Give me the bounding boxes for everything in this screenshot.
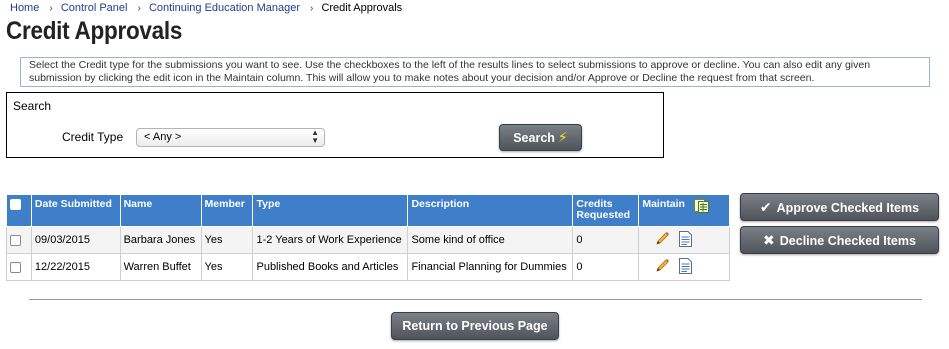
return-label: Return to Previous Page xyxy=(402,319,548,333)
cell-maintain xyxy=(638,253,730,281)
header-name[interactable]: Name xyxy=(119,194,202,227)
header-description[interactable]: Description xyxy=(407,194,574,227)
cell-type: 1-2 Years of Work Experience xyxy=(252,226,409,254)
breadcrumb-home-link[interactable]: Home xyxy=(10,2,39,14)
help-text: Select the Credit type for the submissio… xyxy=(20,57,930,87)
divider xyxy=(29,299,922,300)
results-table: Date Submitted Name Member Type Descript… xyxy=(6,194,730,281)
edit-pencil-icon[interactable] xyxy=(654,231,670,250)
cell-description: Financial Planning for Dummies xyxy=(407,253,574,281)
approve-label: Approve Checked Items xyxy=(776,201,920,215)
decline-label: Decline Checked Items xyxy=(779,234,916,248)
cell-maintain xyxy=(638,226,730,254)
breadcrumb-separator: › xyxy=(137,3,141,14)
search-legend: Search xyxy=(13,99,52,113)
cell-type: Published Books and Articles xyxy=(252,253,409,281)
cell-date: 09/03/2015 xyxy=(30,226,121,254)
credit-type-value: < Any > xyxy=(144,131,182,143)
cell-name: Barbara Jones xyxy=(119,226,202,254)
search-panel: Search Credit Type < Any > ▲ ▼ Search ⚡ xyxy=(6,92,664,158)
cell-member: Yes xyxy=(200,253,254,281)
cell-credits: 0 xyxy=(572,226,640,254)
select-arrows-icon: ▲ ▼ xyxy=(311,128,319,145)
page-title: Credit Approvals xyxy=(6,17,183,45)
row-checkbox-cell xyxy=(6,226,32,254)
select-all-cell xyxy=(6,194,32,227)
cell-date: 12/22/2015 xyxy=(30,253,121,281)
cell-member: Yes xyxy=(200,226,254,254)
breadcrumb-control-panel-link[interactable]: Control Panel xyxy=(61,2,128,14)
table-header-row: Date Submitted Name Member Type Descript… xyxy=(6,194,730,227)
row-checkbox[interactable] xyxy=(10,234,21,246)
header-credits-requested[interactable]: Credits Requested xyxy=(572,194,640,227)
header-date-submitted[interactable]: Date Submitted xyxy=(30,194,121,227)
header-type[interactable]: Type xyxy=(252,194,409,227)
return-previous-page-button[interactable]: Return to Previous Page xyxy=(391,312,559,340)
cell-name: Warren Buffet xyxy=(119,253,202,281)
breadcrumb-current: Credit Approvals xyxy=(321,2,403,14)
credit-type-select[interactable]: < Any > ▲ ▼ xyxy=(136,128,325,147)
document-icon[interactable] xyxy=(679,230,693,250)
credit-type-label: Credit Type xyxy=(62,130,124,144)
checkmark-icon: ✔ xyxy=(759,199,772,215)
breadcrumb-ce-manager-link[interactable]: Continuing Education Manager xyxy=(149,2,300,14)
breadcrumb-separator: › xyxy=(310,3,314,14)
header-maintain: Maintain xyxy=(642,198,685,210)
row-checkbox-cell xyxy=(6,253,32,281)
decline-checked-button[interactable]: ✖ Decline Checked Items xyxy=(740,226,939,254)
select-all-checkbox[interactable] xyxy=(10,199,21,210)
header-maintain-cell: Maintain xyxy=(638,194,730,227)
table-row: 09/03/2015 Barbara Jones Yes 1-2 Years o… xyxy=(6,226,730,254)
search-button-label: Search xyxy=(513,131,555,145)
breadcrumb: Home › Control Panel › Continuing Educat… xyxy=(10,1,402,16)
breadcrumb-separator: › xyxy=(49,3,53,14)
row-checkbox[interactable] xyxy=(10,261,21,273)
document-icon[interactable] xyxy=(679,257,693,277)
approve-checked-button[interactable]: ✔ Approve Checked Items xyxy=(740,193,939,221)
x-mark-icon: ✖ xyxy=(763,232,775,248)
lightning-icon: ⚡ xyxy=(557,129,568,145)
edit-pencil-icon[interactable] xyxy=(654,258,670,277)
spreadsheet-export-icon[interactable] xyxy=(693,199,709,216)
cell-description: Some kind of office xyxy=(407,226,574,254)
table-row: 12/22/2015 Warren Buffet Yes Published B… xyxy=(6,253,730,281)
cell-credits: 0 xyxy=(572,253,640,281)
search-button[interactable]: Search ⚡ xyxy=(499,124,582,151)
header-member[interactable]: Member xyxy=(200,194,254,227)
